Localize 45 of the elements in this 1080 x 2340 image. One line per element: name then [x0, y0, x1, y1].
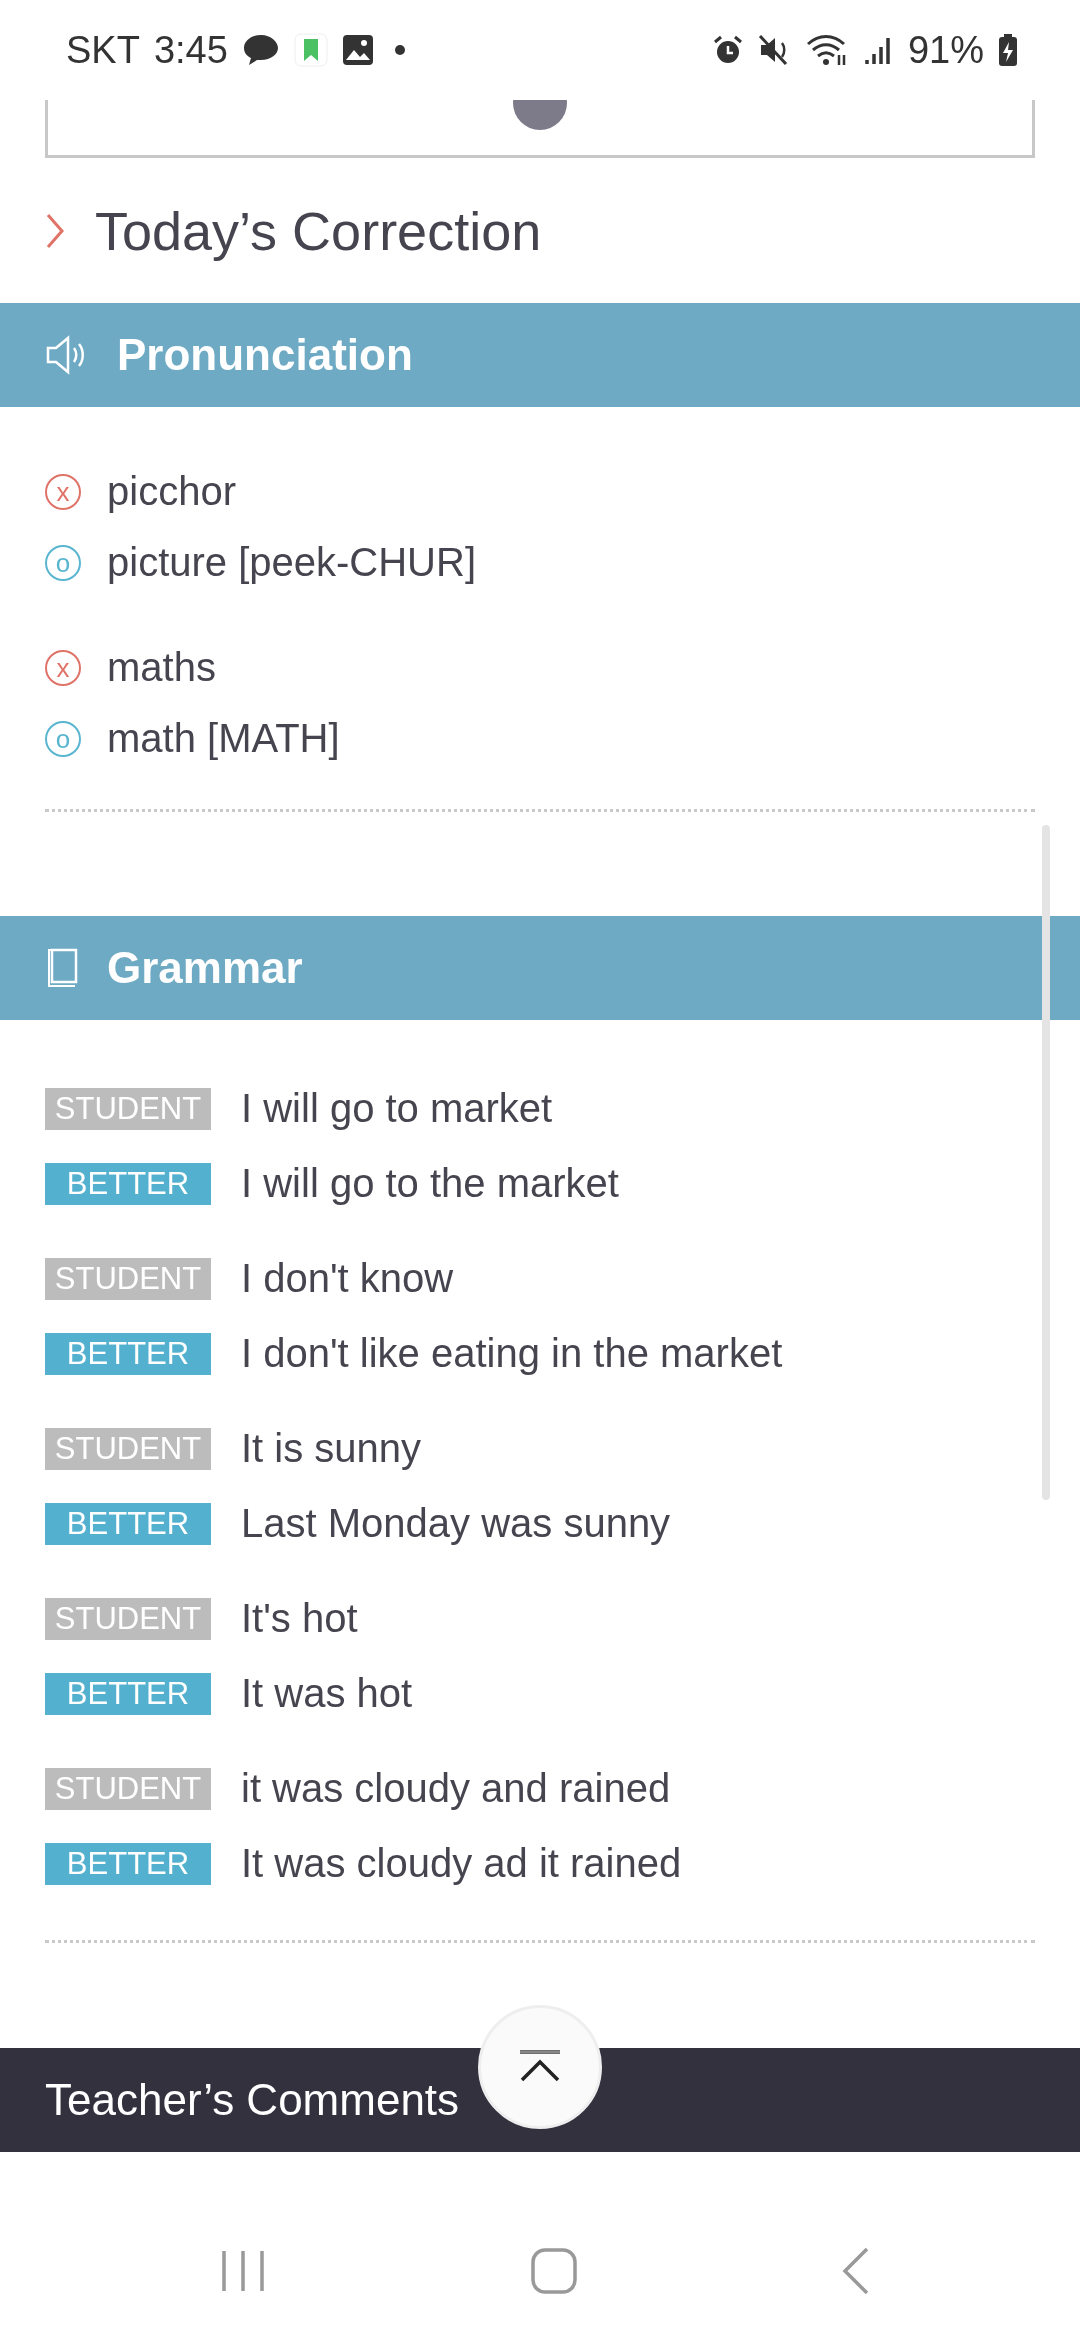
section-title: Grammar	[107, 943, 303, 993]
sentence: I will go to market	[241, 1086, 553, 1131]
back-button[interactable]	[842, 2247, 870, 2295]
section-title: Teacher’s Comments	[45, 2075, 460, 2125]
section-heading: Today’s Correction	[95, 199, 542, 262]
sentence: Last Monday was sunny	[241, 1501, 671, 1546]
image-icon	[341, 34, 374, 66]
sentence: I will go to the market	[241, 1161, 619, 1206]
student-label: STUDENT	[45, 1257, 211, 1300]
student-label: STUDENT	[45, 1427, 211, 1470]
better-label: BETTER	[45, 1162, 211, 1205]
sentence: It's hot	[241, 1596, 358, 1641]
book-icon	[45, 948, 79, 988]
better-label: BETTER	[45, 1502, 211, 1545]
sentence: It was hot	[241, 1671, 413, 1716]
pronunciation-word: picchor	[107, 469, 236, 514]
correct-mark-icon: o	[45, 720, 81, 757]
bookmark-icon	[293, 33, 328, 67]
student-label: STUDENT	[45, 1767, 211, 1810]
wrong-mark-icon: x	[45, 649, 81, 686]
alarm-icon	[711, 34, 744, 66]
chat-icon	[241, 33, 280, 67]
sentence: I don't know	[241, 1256, 454, 1301]
better-label: BETTER	[45, 1842, 211, 1885]
battery-percentage: 91%	[907, 28, 984, 72]
student-label: STUDENT	[45, 1087, 211, 1130]
pronunciation-word: picture [peek-CHUR]	[107, 540, 476, 585]
carrier: SKT	[66, 28, 140, 72]
sentence: it was cloudy and rained	[241, 1766, 671, 1811]
pronunciation-word: maths	[107, 645, 216, 690]
student-label: STUDENT	[45, 1597, 211, 1640]
clock: 3:45	[153, 28, 228, 72]
correct-mark-icon: o	[45, 544, 81, 581]
wrong-mark-icon: x	[45, 473, 81, 510]
recent-apps-button[interactable]	[220, 2248, 266, 2294]
better-label: BETTER	[45, 1332, 211, 1375]
battery-charging-icon	[998, 33, 1018, 67]
home-button[interactable]	[531, 2248, 577, 2294]
section-title: Pronunciation	[117, 330, 413, 380]
better-label: BETTER	[45, 1672, 211, 1715]
sentence: I don't like eating in the market	[241, 1331, 783, 1376]
pronunciation-word: math [MATH]	[107, 716, 340, 761]
chevron-right-icon	[45, 212, 65, 249]
sentence: It is sunny	[241, 1426, 422, 1471]
sentence: It was cloudy ad it rained	[241, 1841, 682, 1886]
